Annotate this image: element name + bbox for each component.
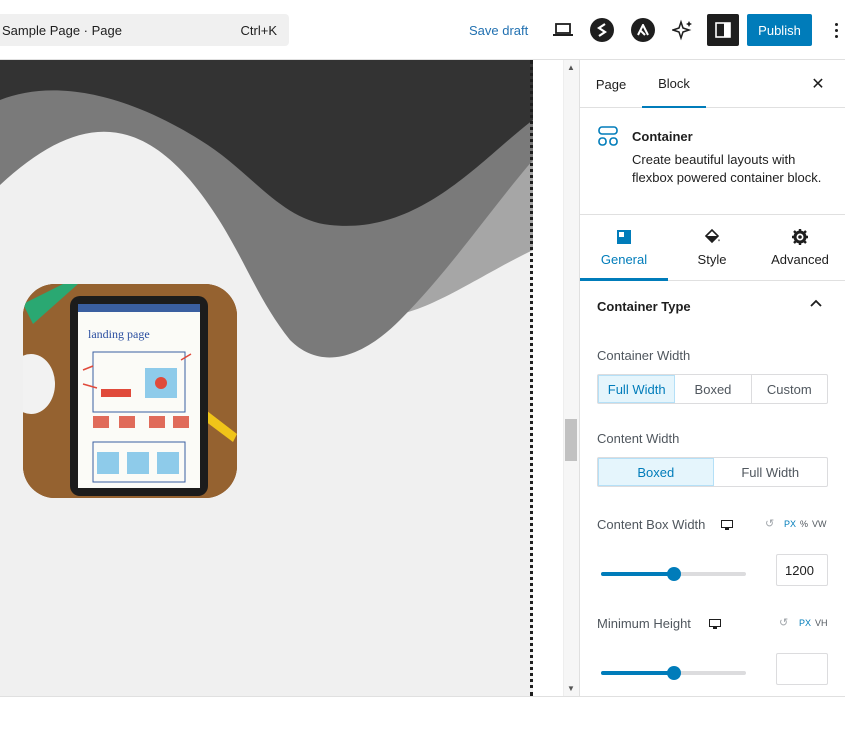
settings-sidebar: Page Block ✕ Container Create beautiful … [579,60,845,696]
editor-header: Sample Page · Page Ctrl+K Save draft Pub… [0,0,845,60]
minimum-height-units: PX VH [799,618,828,628]
minimum-height-label: Minimum Height [597,616,691,631]
save-draft-button[interactable]: Save draft [469,23,528,38]
block-name: Container [632,129,693,144]
unit-vw[interactable]: VW [812,519,827,529]
container-width-label: Container Width [597,348,691,363]
canvas-scrollbar[interactable] [563,60,579,696]
container-block-icon [597,125,619,147]
block-card: Container Create beautiful layouts with … [580,108,845,215]
command-palette-button[interactable]: Sample Page · Page Ctrl+K [0,14,289,46]
content-box-width-slider[interactable] [601,567,746,581]
tab-general[interactable]: General [580,215,668,281]
container-width-full[interactable]: Full Width [598,375,676,403]
desktop-icon[interactable] [721,520,733,530]
section-title[interactable]: Container Type [597,299,691,314]
publish-button[interactable]: Publish [747,14,812,46]
content-box-width-label: Content Box Width [597,517,706,532]
block-description: Create beautiful layouts with flexbox po… [632,152,822,185]
content-box-width-input[interactable]: 1200 [776,554,828,586]
scroll-down-icon[interactable]: ▼ [567,684,577,694]
slider-handle[interactable] [667,567,681,581]
chevron-up-icon[interactable] [810,296,824,310]
shortcut-hint: Ctrl+K [240,23,277,38]
document-title: Sample Page · Page [2,23,122,38]
preview-device-icon[interactable] [550,17,576,43]
options-menu-icon[interactable] [826,18,845,42]
close-icon[interactable]: ✕ [808,74,828,94]
bottom-area [0,696,845,731]
unit-px[interactable]: PX [784,519,796,529]
image-sketch-title: landing page [88,327,150,341]
tab-style[interactable]: Style [668,215,756,281]
gear-icon [791,228,809,246]
container-width-custom[interactable]: Custom [752,375,827,403]
scroll-up-icon[interactable]: ▲ [567,63,577,73]
minimum-height-input[interactable] [776,653,828,685]
astra-icon[interactable] [630,17,656,43]
reset-icon[interactable]: ↺ [765,517,774,530]
reset-icon[interactable]: ↺ [779,616,788,629]
container-width-boxed[interactable]: Boxed [675,375,752,403]
tab-style-label: Style [697,252,727,267]
ai-sparkle-icon[interactable] [670,17,696,43]
paint-bucket-icon [703,228,721,246]
desktop-icon[interactable] [709,619,721,629]
content-width-label: Content Width [597,431,680,446]
content-width-full[interactable]: Full Width [714,458,828,486]
tab-block[interactable]: Block [642,60,706,108]
content-width-control: Boxed Full Width [597,457,828,487]
general-icon [615,228,633,246]
unit-vh[interactable]: VH [815,618,828,628]
minimum-height-slider[interactable] [601,666,746,680]
editor-canvas[interactable]: landing page [0,60,533,696]
content-box-units: PX % VW [784,519,827,529]
slider-handle[interactable] [667,666,681,680]
unit-px[interactable]: PX [799,618,811,628]
spectra-icon[interactable] [589,17,615,43]
scrollbar-thumb[interactable] [565,419,577,461]
tab-page[interactable]: Page [584,60,638,108]
sidebar-tabs: Page Block ✕ [580,60,845,108]
tab-general-label: General [600,252,648,267]
tab-advanced-label: Advanced [771,252,829,267]
content-width-boxed[interactable]: Boxed [598,458,714,486]
panel-tabs: General Style Advanced [580,215,845,281]
tablet-wireframe-image[interactable]: landing page [23,284,237,498]
container-width-control: Full Width Boxed Custom [597,374,828,404]
tab-advanced[interactable]: Advanced [756,215,844,281]
settings-sidebar-toggle[interactable] [707,14,739,46]
unit-percent[interactable]: % [800,519,808,529]
